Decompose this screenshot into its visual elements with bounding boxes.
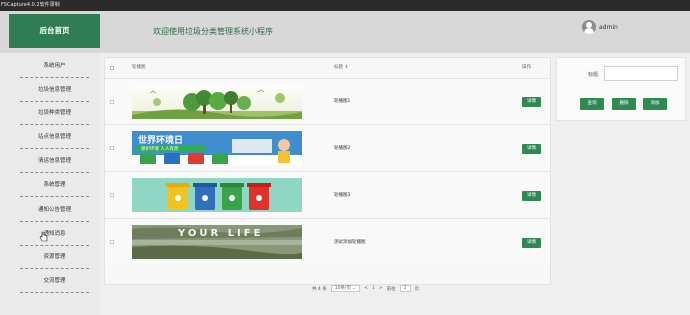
sidebar-item-users[interactable]: 系统用户 bbox=[9, 55, 100, 79]
delete-button[interactable]: 删除 bbox=[612, 98, 636, 110]
page-size-value: 10条/页 bbox=[334, 286, 351, 291]
sort-icon[interactable]: ⇕ bbox=[344, 65, 348, 70]
search-panel: 标题 查询 删除 添加 bbox=[556, 57, 686, 121]
row-title: 轮播图1 bbox=[334, 99, 351, 104]
forest-illustration bbox=[132, 89, 302, 119]
row-title: 测试添加轮播图 bbox=[334, 240, 366, 245]
page-size-select[interactable]: 10条/页 ⌄ bbox=[330, 285, 361, 292]
sidebar: 系统用户 垃圾信息管理 垃圾种类管理 站点信息管理 清运信息管理 系统管理 通知… bbox=[9, 53, 100, 297]
user-menu[interactable]: admin bbox=[582, 20, 618, 34]
row-title: 轮播图2 bbox=[334, 146, 351, 151]
header: 后台首页 欢迎使用垃圾分类管理系统小程序 admin bbox=[0, 11, 690, 53]
chevron-down-icon: ⌄ bbox=[352, 286, 357, 291]
banner-thumbnail bbox=[132, 178, 302, 212]
row-checkbox[interactable] bbox=[110, 193, 114, 197]
query-button[interactable]: 查询 bbox=[580, 98, 604, 110]
sidebar-item-garbage-type[interactable]: 垃圾种类管理 bbox=[9, 102, 100, 126]
column-header-image: 轮播图 bbox=[132, 65, 146, 70]
sidebar-item-system[interactable]: 系统管理 bbox=[9, 174, 100, 198]
banner-text: YOUR LIFE bbox=[178, 228, 264, 239]
sidebar-item-notices[interactable]: 通知公告管理 bbox=[9, 199, 100, 223]
hand-cursor-icon bbox=[39, 231, 48, 242]
detail-button[interactable]: 详情 bbox=[522, 97, 541, 107]
table-row: 世界环境日 保护环境 人人有责 轮播图2 详情 bbox=[105, 124, 550, 171]
sidebar-item-resources[interactable]: 资源管理 bbox=[9, 246, 100, 270]
search-label: 标题 bbox=[588, 72, 599, 78]
row-checkbox[interactable] bbox=[110, 100, 114, 104]
sidebar-item-garbage-info[interactable]: 垃圾信息管理 bbox=[9, 79, 100, 103]
sidebar-item-exchange[interactable]: 交流管理 bbox=[9, 270, 100, 294]
app-title: 欢迎使用垃圾分类管理系统小程序 bbox=[153, 27, 273, 36]
row-checkbox[interactable] bbox=[110, 146, 114, 150]
avatar-icon bbox=[582, 20, 596, 34]
main-content: 轮播图 标题 ⇕ 操作 轮播图1 详情 世界环境日 保护环境 人人有责 轮播图2… bbox=[100, 53, 690, 315]
row-checkbox[interactable] bbox=[110, 240, 114, 244]
detail-button[interactable]: 详情 bbox=[522, 238, 541, 248]
pagination: 共 4 条 10条/页 ⌄ < 1 > 前往 1 页 bbox=[312, 285, 419, 292]
goto-label: 前往 bbox=[386, 286, 396, 292]
home-button[interactable]: 后台首页 bbox=[9, 14, 100, 48]
detail-button[interactable]: 详情 bbox=[522, 144, 541, 154]
banner-thumbnail bbox=[132, 85, 302, 119]
search-input[interactable] bbox=[604, 66, 678, 81]
column-header-ops: 操作 bbox=[522, 65, 531, 70]
capture-title-bar: FSCapture4.0.2软件录制 bbox=[0, 0, 690, 11]
goto-input[interactable]: 1 bbox=[399, 285, 411, 292]
banner-subtext: 保护环境 人人有责 bbox=[141, 147, 179, 152]
table-row: 轮播图3 详情 bbox=[105, 171, 550, 218]
row-title: 轮播图3 bbox=[334, 193, 351, 198]
banner-thumbnail: 世界环境日 保护环境 人人有责 bbox=[132, 131, 302, 165]
detail-button[interactable]: 详情 bbox=[522, 191, 541, 201]
recycling-bins-illustration bbox=[132, 178, 302, 212]
total-count: 共 4 条 bbox=[312, 286, 327, 292]
data-table: 轮播图 标题 ⇕ 操作 轮播图1 详情 世界环境日 保护环境 人人有责 轮播图2… bbox=[104, 57, 551, 285]
column-header-title[interactable]: 标题 ⇕ bbox=[334, 58, 348, 78]
table-row: YOUR LIFE 测试添加轮播图 详情 bbox=[105, 218, 550, 265]
sidebar-item-site-info[interactable]: 站点信息管理 bbox=[9, 126, 100, 150]
add-button[interactable]: 添加 bbox=[643, 98, 667, 110]
table-row: 轮播图1 详情 bbox=[105, 78, 550, 124]
sidebar-item-clearance[interactable]: 清运信息管理 bbox=[9, 150, 100, 174]
prev-page-button[interactable]: < bbox=[364, 286, 368, 291]
column-header-title-label: 标题 bbox=[334, 65, 343, 70]
username: admin bbox=[599, 23, 618, 31]
banner-thumbnail: YOUR LIFE bbox=[132, 225, 302, 259]
banner-text: 世界环境日 bbox=[138, 136, 184, 146]
select-all-checkbox[interactable] bbox=[110, 66, 114, 70]
next-page-button[interactable]: > bbox=[379, 286, 383, 291]
page-number[interactable]: 1 bbox=[372, 286, 375, 291]
sidebar-item-messages[interactable]: 通知消息 bbox=[9, 223, 100, 247]
goto-suffix: 页 bbox=[414, 286, 420, 292]
